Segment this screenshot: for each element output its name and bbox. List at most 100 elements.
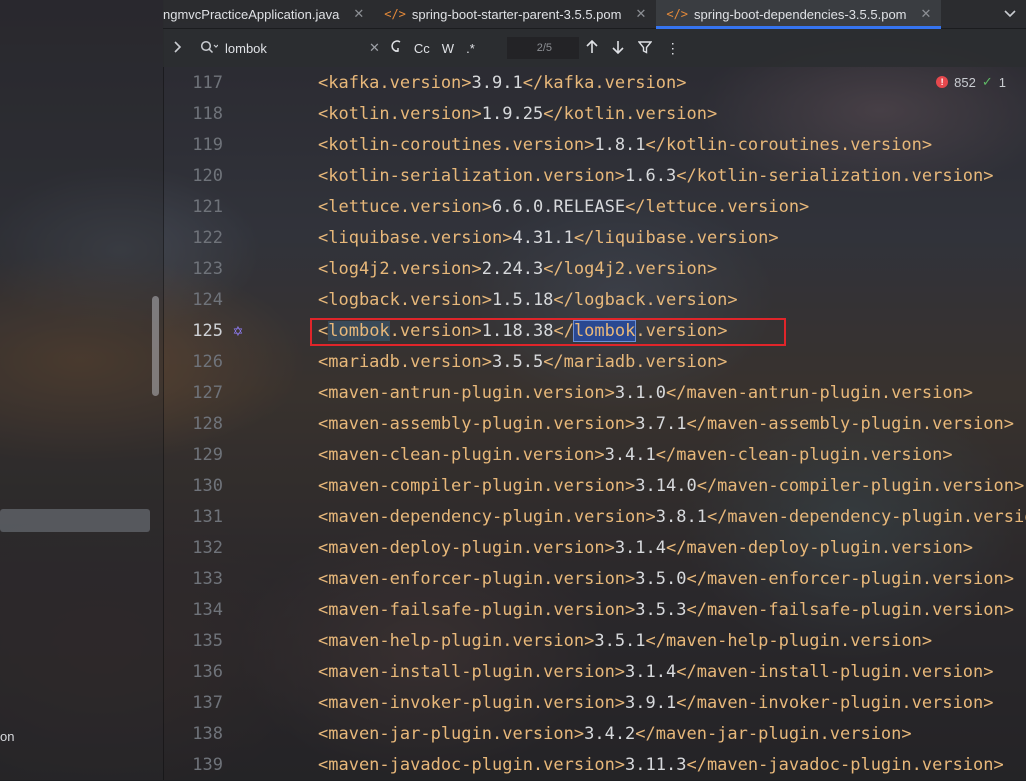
regex-button[interactable]: .* bbox=[460, 41, 481, 56]
line-number: 127 bbox=[192, 383, 223, 403]
xml-open-tag: <maven-install-plugin.version> bbox=[318, 662, 626, 682]
code-line[interactable]: <kafka.version>3.9.1</kafka.version> bbox=[318, 68, 686, 99]
xml-close-tag: </maven-invoker-plugin.version> bbox=[676, 693, 994, 713]
line-number: 121 bbox=[192, 197, 223, 217]
xml-file-icon: </> bbox=[384, 7, 406, 21]
xml-close-tag: </maven-clean-plugin.version> bbox=[655, 445, 953, 465]
xml-open-tag: <kotlin-serialization.version> bbox=[318, 166, 626, 186]
xml-close-tag: </maven-javadoc-plugin.version> bbox=[686, 755, 1004, 775]
newline-icon[interactable] bbox=[380, 39, 408, 57]
xml-value: 1.6.3 bbox=[625, 166, 677, 186]
code-line[interactable]: <kotlin-coroutines.version>1.8.1</kotlin… bbox=[318, 130, 932, 161]
xml-open-tag: <maven-javadoc-plugin.version> bbox=[318, 755, 626, 775]
code-line[interactable]: <maven-jar-plugin.version>3.4.2</maven-j… bbox=[318, 719, 912, 750]
line-number: 122 bbox=[192, 228, 223, 248]
xml-close-tag: </lettuce.version> bbox=[625, 197, 810, 217]
line-number: 117 bbox=[192, 73, 223, 93]
line-number: 133 bbox=[192, 569, 223, 589]
chevron-down-icon[interactable] bbox=[994, 0, 1026, 28]
line-number: 136 bbox=[192, 662, 223, 682]
code-line[interactable]: <maven-clean-plugin.version>3.4.1</maven… bbox=[318, 440, 953, 471]
gutter-marker-icon[interactable]: ✡ bbox=[229, 322, 247, 340]
xml-close-tag: </liquibase.version> bbox=[573, 228, 779, 248]
search-icon[interactable] bbox=[193, 40, 225, 57]
project-panel-scrollbar[interactable] bbox=[152, 296, 159, 396]
xml-open-tag: <kotlin.version> bbox=[318, 104, 482, 124]
xml-open-tag: <maven-antrun-plugin.version> bbox=[318, 383, 615, 403]
inspection-widget[interactable]: ! 852 ✓ 1 bbox=[936, 74, 1006, 90]
line-number: 125 bbox=[192, 321, 223, 341]
line-number: 120 bbox=[192, 166, 223, 186]
filter-icon[interactable] bbox=[631, 40, 659, 57]
code-line[interactable]: <maven-help-plugin.version>3.5.1</maven-… bbox=[318, 626, 932, 657]
line-number: 139 bbox=[192, 755, 223, 775]
code-line[interactable]: <maven-deploy-plugin.version>3.1.4</mave… bbox=[318, 533, 973, 564]
match-case-button[interactable]: Cc bbox=[408, 41, 436, 56]
xml-file-icon: </> bbox=[666, 7, 689, 21]
tab-label: ngmvcPracticeApplication.java bbox=[163, 6, 340, 22]
xml-open-tag: <log4j2.version> bbox=[318, 259, 482, 279]
code-line[interactable]: <kotlin.version>1.9.25</kotlin.version> bbox=[318, 99, 717, 130]
clear-icon[interactable]: ✕ bbox=[369, 40, 380, 56]
words-button[interactable]: W bbox=[436, 41, 460, 56]
find-input[interactable] bbox=[225, 40, 365, 56]
xml-value: 3.8.1 bbox=[655, 507, 707, 527]
xml-open-tag: <mariadb.version> bbox=[318, 352, 492, 372]
xml-value: 3.1.4 bbox=[614, 538, 666, 558]
xml-close-tag: </maven-jar-plugin.version> bbox=[635, 724, 912, 744]
project-panel[interactable]: on bbox=[0, 0, 164, 780]
tab-application-java[interactable]: ngmvcPracticeApplication.java ✕ bbox=[153, 0, 374, 28]
code-line[interactable]: <maven-compiler-plugin.version>3.14.0</m… bbox=[318, 471, 1024, 502]
code-line[interactable]: <maven-install-plugin.version>3.1.4</mav… bbox=[318, 657, 994, 688]
code-line[interactable]: <kotlin-serialization.version>1.6.3</kot… bbox=[318, 161, 994, 192]
xml-close-tag: </kotlin-coroutines.version> bbox=[645, 135, 933, 155]
xml-value: 4.31.1 bbox=[512, 228, 574, 248]
code-line[interactable]: <log4j2.version>2.24.3</log4j2.version> bbox=[318, 254, 717, 285]
code-line[interactable]: <liquibase.version>4.31.1</liquibase.ver… bbox=[318, 223, 779, 254]
xml-value: 3.5.0 bbox=[635, 569, 687, 589]
line-number: 119 bbox=[192, 135, 223, 155]
code-line[interactable]: <logback.version>1.5.18</logback.version… bbox=[318, 285, 738, 316]
xml-open-tag: <maven-compiler-plugin.version> bbox=[318, 476, 636, 496]
line-number: 126 bbox=[192, 352, 223, 372]
check-icon: ✓ bbox=[981, 74, 993, 89]
code-editor[interactable]: ! 852 ✓ 1 117 <kafka.version>3.9.1</kafka… bbox=[163, 68, 1026, 780]
code-line[interactable]: <mariadb.version>3.5.5</mariadb.version> bbox=[318, 347, 727, 378]
xml-open-tag: <maven-enforcer-plugin.version> bbox=[318, 569, 636, 589]
tab-dependencies-pom[interactable]: </> spring-boot-dependencies-3.5.5.pom ✕ bbox=[656, 0, 942, 29]
xml-value: 3.4.2 bbox=[584, 724, 636, 744]
xml-value: 3.5.1 bbox=[594, 631, 646, 651]
xml-close-tag: </maven-deploy-plugin.version> bbox=[666, 538, 974, 558]
xml-close-tag: </maven-install-plugin.version> bbox=[676, 662, 994, 682]
close-icon[interactable]: ✕ bbox=[921, 6, 932, 22]
code-line[interactable]: <maven-dependency-plugin.version>3.8.1</… bbox=[318, 502, 1026, 533]
project-tree-item-label[interactable]: on bbox=[0, 729, 14, 744]
line-number: 128 bbox=[192, 414, 223, 434]
xml-close-tag: </kafka.version> bbox=[522, 73, 687, 93]
xml-close-tag: </maven-failsafe-plugin.version> bbox=[686, 600, 1014, 620]
code-line[interactable]: <maven-javadoc-plugin.version>3.11.3</ma… bbox=[318, 750, 1004, 781]
code-line[interactable]: <maven-assembly-plugin.version>3.7.1</ma… bbox=[318, 409, 1014, 440]
arrow-down-icon[interactable] bbox=[605, 40, 631, 57]
code-line[interactable]: <maven-enforcer-plugin.version>3.5.0</ma… bbox=[318, 564, 1014, 595]
line-number: 124 bbox=[192, 290, 223, 310]
xml-value: 3.11.3 bbox=[625, 755, 687, 775]
code-line[interactable]: <maven-failsafe-plugin.version>3.5.3</ma… bbox=[318, 595, 1014, 626]
tab-starter-parent-pom[interactable]: </> spring-boot-starter-parent-3.5.5.pom… bbox=[374, 0, 656, 28]
arrow-up-icon[interactable] bbox=[579, 39, 605, 57]
xml-value: 2.24.3 bbox=[481, 259, 544, 279]
code-line[interactable]: <maven-invoker-plugin.version>3.9.1</mav… bbox=[318, 688, 994, 719]
close-icon[interactable]: ✕ bbox=[635, 6, 646, 22]
code-line[interactable]: <maven-antrun-plugin.version>3.1.0</mave… bbox=[318, 378, 973, 409]
xml-close-tag: </kotlin-serialization.version> bbox=[676, 166, 994, 186]
close-icon[interactable]: ✕ bbox=[353, 6, 364, 22]
more-options-icon[interactable]: ⋮ bbox=[659, 40, 687, 57]
xml-value: 3.1.0 bbox=[614, 383, 666, 403]
code-line[interactable]: <lettuce.version>6.6.0.RELEASE</lettuce.… bbox=[318, 192, 809, 223]
chevron-right-icon[interactable] bbox=[163, 40, 193, 56]
project-tree-selected-row[interactable] bbox=[0, 509, 150, 532]
find-bar: ✕ Cc W .* 2/5 ⋮ bbox=[163, 29, 1026, 67]
xml-value: 6.6.0.RELEASE bbox=[492, 197, 626, 217]
xml-value: 1.5.18 bbox=[492, 290, 554, 310]
xml-open-tag: <maven-clean-plugin.version> bbox=[318, 445, 605, 465]
